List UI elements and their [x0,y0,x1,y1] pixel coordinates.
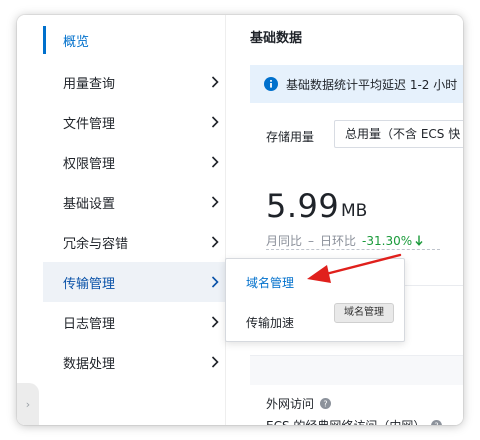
table-header-band [250,355,463,385]
sidebar-item-label: 日志管理 [63,316,116,332]
chevron-right-icon [211,316,219,328]
sidebar-item-overview[interactable]: 概览 [43,20,225,60]
mom-value: -31.30% [362,233,413,248]
yoy-label: 月同比 [266,234,303,248]
submenu-item-domain-management[interactable]: 域名管理 [246,274,294,291]
ecs-access-label: ECS 的经典网络访问（内网） ? [266,417,443,425]
notice-text: 基础数据统计平均延迟 1-2 小时 [286,77,458,92]
help-icon[interactable]: ? [320,398,332,409]
chevron-right-icon [211,156,219,168]
chevron-right-icon [211,116,219,128]
svg-text:?: ? [323,399,327,408]
sidebar-item-label: 文件管理 [63,116,116,132]
arrow-down-icon [415,235,423,246]
sidebar-item-log-management[interactable]: 日志管理 [43,302,225,342]
transfer-submenu: 域名管理 传输加速 [225,258,405,342]
sidebar-item-label: 权限管理 [63,156,116,172]
mom-label: 日环比 [320,234,357,248]
chevron-right-icon [211,196,219,208]
sidebar-item-usage-query[interactable]: 用量查询 [43,62,225,102]
storage-usage-select[interactable]: 总用量（不含 ECS 快 [334,120,463,148]
public-access-label: 外网访问 ? [266,395,332,412]
chevron-right-icon [211,356,219,368]
sidebar-item-permission-management[interactable]: 权限管理 [43,142,225,182]
sidebar-item-label: 概览 [63,34,90,50]
ecs-access-text: ECS 的经典网络访问（内网） [266,417,425,425]
storage-usage-label: 存储用量 [266,130,315,144]
comparison-row: 月同比 – 日环比 -31.30% [266,232,423,249]
public-access-text: 外网访问 [266,397,315,411]
chevron-right-icon: › [25,397,31,411]
usage-value: 5.99 [266,187,340,225]
sidebar-item-label: 数据处理 [63,356,116,372]
sidebar-item-label: 基础设置 [63,196,116,212]
page-title: 基础数据 [250,31,303,46]
sidebar-item-data-processing[interactable]: 数据处理 [43,342,225,382]
comparison-underline [266,249,440,250]
sidebar-item-label: 用量查询 [63,76,116,92]
sidebar-item-file-management[interactable]: 文件管理 [43,102,225,142]
tooltip: 域名管理 [334,303,394,323]
console-window: 概览 用量查询 文件管理 权限管理 基础设置 冗余与容错 传输管理 日志管理 数… [17,15,463,425]
submenu-item-transfer-acceleration[interactable]: 传输加速 [246,314,294,331]
yoy-value: – [308,233,315,248]
sidebar-item-basic-settings[interactable]: 基础设置 [43,182,225,222]
info-notice: 基础数据统计平均延迟 1-2 小时 [250,65,463,103]
main-content: 基础数据 基础数据统计平均延迟 1-2 小时 存储用量 总用量（不含 ECS 快… [225,15,463,425]
sidebar-item-label: 传输管理 [63,276,116,292]
sidebar-collapse-toggle[interactable]: › [17,383,39,425]
chevron-right-icon [211,276,219,288]
help-icon[interactable]: ? [431,420,443,425]
info-icon [264,77,278,91]
chevron-right-icon [211,76,219,88]
sidebar-item-transfer-management[interactable]: 传输管理 [43,262,225,302]
svg-text:?: ? [435,421,439,425]
sidebar-item-redundancy[interactable]: 冗余与容错 [43,222,225,262]
usage-unit: MB [341,201,368,221]
chevron-right-icon [211,236,219,248]
sidebar-item-label: 冗余与容错 [63,236,129,252]
sidebar: 概览 用量查询 文件管理 权限管理 基础设置 冗余与容错 传输管理 日志管理 数… [17,15,225,425]
